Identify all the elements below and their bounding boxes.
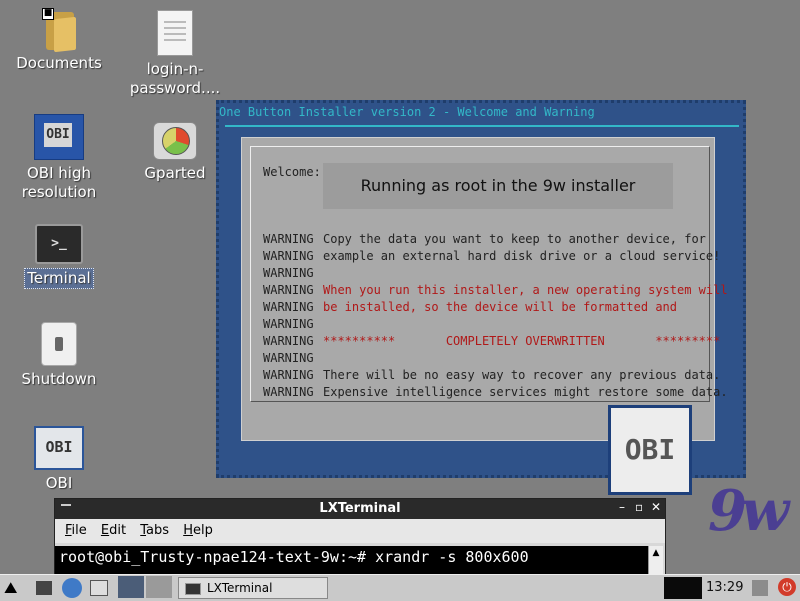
desktop-icon-label: Terminal [24,268,94,289]
text-file-icon [157,10,193,56]
terminal-icon: >_ [35,224,83,264]
warning-row: WARNING ********** COMPLETELY OVERWRITTEN… [263,334,721,348]
installer-dialog: Welcome: Running as root in the 9w insta… [241,137,728,441]
menu-file[interactable]: File [65,523,87,538]
desktop-icon-label: Shutdown [21,370,97,388]
desktop-icon-label: Gparted [144,164,206,182]
terminal-output[interactable]: root@obi_Trusty-npae124-text-9w:~# xrand… [55,546,649,576]
desktop-icon-label: Documents [16,54,102,72]
desktop-icon-terminal[interactable]: >_ Terminal [4,224,114,289]
warning-row: WARNING There will be no easy way to reco… [263,368,721,382]
lxterminal-window[interactable]: LXTerminal – ▫ ✕ File Edit Tabs Help roo… [54,498,666,578]
desktop-icon-label: OBI [45,474,73,492]
clock[interactable]: 13:29 [706,580,743,595]
desktop-icon-documents[interactable]: ■ Documents [4,8,114,73]
warning-row: WARNING [263,351,314,365]
warning-row: WARNING [263,317,314,331]
cpu-monitor [664,577,702,599]
desktop-icon-label: login-n- password.... [129,60,221,97]
warning-row: WARNING Expensive intelligence services m… [263,385,728,399]
9w-brand-logo: 9w [708,478,789,544]
installer-title: One Button Installer version 2 - Welcome… [219,105,595,119]
shutdown-switch-icon [41,322,77,366]
menu-edit[interactable]: Edit [101,523,126,538]
terminal-menubar: File Edit Tabs Help [55,519,665,543]
web-browser-icon[interactable] [62,578,82,598]
file-manager-icon[interactable] [36,581,52,595]
network-icon[interactable] [752,580,768,596]
close-icon[interactable]: ✕ [651,500,661,514]
scroll-up-icon[interactable]: ▲ [649,546,663,560]
taskbar: ⛰ LXTerminal 13:29 ⏻ [0,574,800,601]
desktop-switch-icon[interactable] [90,580,108,596]
maximize-icon[interactable]: ▫ [635,500,643,514]
workspace-1[interactable] [118,576,144,598]
minimize-icon[interactable]: – [619,500,625,514]
warning-row: WARNING Copy the data you want to keep to… [263,232,706,246]
desktop-icon-shutdown[interactable]: Shutdown [4,322,114,389]
desktop-icon-login-password[interactable]: login-n- password.... [120,10,230,98]
obi-logo: OBI [608,405,692,495]
obi-app-icon: OBI [34,114,84,160]
warning-list: WARNING Copy the data you want to keep to… [263,231,728,401]
warning-row: WARNING When you run this installer, a ne… [263,283,728,297]
menu-help[interactable]: Help [183,523,213,538]
terminal-titlebar[interactable]: LXTerminal – ▫ ✕ [55,499,665,519]
obi-app-icon: OBI [34,426,84,470]
taskbar-lxterminal[interactable]: LXTerminal [178,577,328,599]
folder-icon: ■ [42,8,76,53]
menu-tabs[interactable]: Tabs [140,523,169,538]
warning-row: WARNING be installed, so the device will … [263,300,678,314]
warning-row: WARNING example an external hard disk dri… [263,249,721,263]
desktop-icon-obi-high-resolution[interactable]: OBI OBI high resolution [4,114,114,202]
terminal-prompt-line: root@obi_Trusty-npae124-text-9w:~# xrand… [59,548,529,566]
installer-title-rule [225,125,739,127]
desktop-icon-obi[interactable]: OBI OBI [4,426,114,493]
start-menu-icon[interactable]: ⛰ [4,578,24,598]
welcome-label: Welcome: [263,165,321,179]
terminal-title: LXTerminal [319,501,401,516]
desktop-icon-gparted[interactable]: Gparted [120,122,230,183]
warning-row: WARNING [263,266,314,280]
workspace-2[interactable] [146,576,172,598]
installer-headline: Running as root in the 9w installer [323,163,673,209]
desktop-icon-label: OBI high resolution [21,164,97,201]
power-icon[interactable]: ⏻ [778,578,796,596]
installer-dialog-body: Welcome: Running as root in the 9w insta… [250,146,728,402]
terminal-scrollbar[interactable]: ▲ [648,546,663,576]
gparted-icon [153,122,197,160]
terminal-icon [185,582,201,595]
